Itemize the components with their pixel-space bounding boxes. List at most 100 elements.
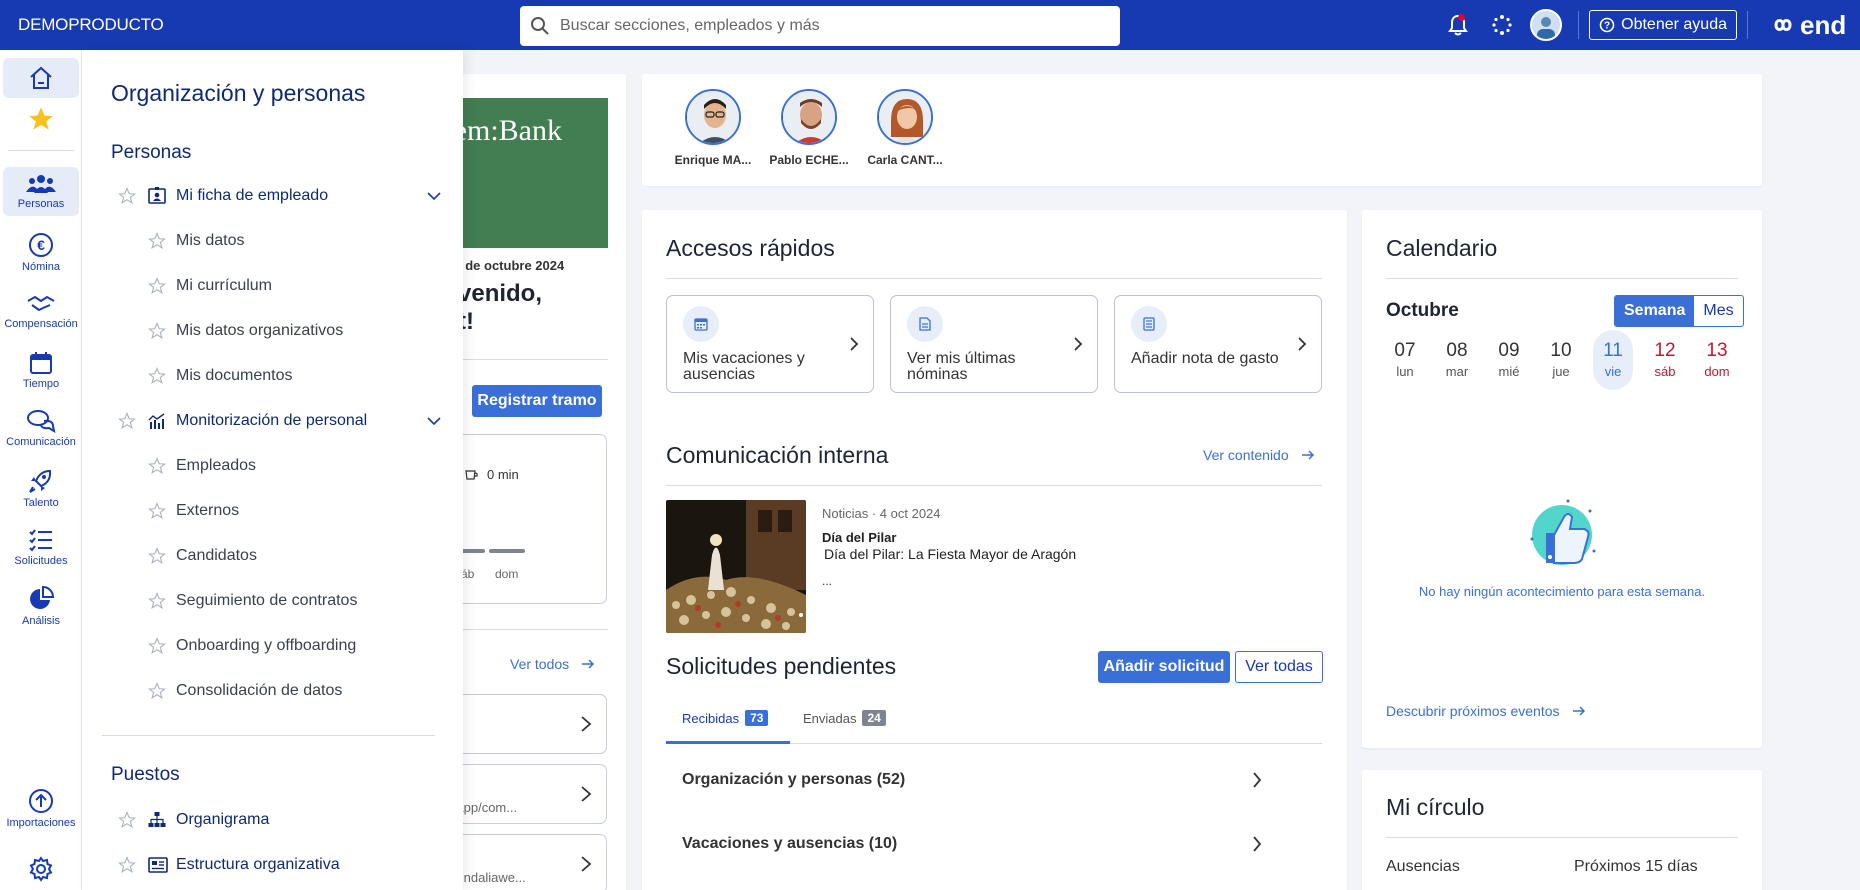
menu-item-consolidacion[interactable]: Consolidación de datos (82, 676, 463, 706)
menu-group-mi-ficha[interactable]: Mi ficha de empleado (82, 181, 463, 211)
menu-item-onboarding[interactable]: Onboarding y offboarding (82, 631, 463, 661)
requests-title: Solicitudes pendientes (666, 653, 897, 679)
calendar-card: Calendario Octubre Semana Mes 07 lun 08 ma… (1362, 210, 1762, 748)
menu-item-empleados[interactable]: Empleados (82, 451, 463, 481)
ver-contenido-link[interactable]: Ver contenido (1203, 447, 1315, 463)
request-row[interactable]: Vacaciones y ausencias (10) (682, 829, 1262, 859)
rail-item-comunicacion[interactable]: Comunicación (3, 409, 79, 448)
chevron-down-icon[interactable] (426, 413, 442, 429)
quick-access-label: Añadir nota de gasto (1131, 350, 1279, 367)
svg-text:€: € (37, 237, 45, 253)
calendar-day[interactable]: 10 jue (1541, 340, 1581, 379)
star-outline-icon[interactable] (148, 457, 166, 475)
star-outline-icon[interactable] (118, 856, 136, 874)
ver-todos-link[interactable]: Ver todos (510, 656, 595, 672)
add-request-button[interactable]: Añadir solicitud (1098, 651, 1230, 683)
help-button[interactable]: ? Obtener ayuda (1589, 10, 1737, 40)
rail-item-compensacion[interactable]: Compensación (3, 293, 79, 330)
quick-access-label: Mis vacaciones y ausencias (683, 350, 805, 383)
quick-access-nominas[interactable]: Ver mis últimas nóminas (890, 295, 1098, 393)
news-headline[interactable]: Día del Pilar (822, 530, 896, 545)
news-meta: Noticias · 4 oct 2024 (822, 506, 941, 521)
calendar-day[interactable]: 13 dom (1697, 340, 1737, 379)
star-outline-icon[interactable] (118, 811, 136, 829)
person-card[interactable]: Pablo ECHE... (761, 89, 857, 167)
star-outline-icon[interactable] (148, 322, 166, 340)
week-view-button[interactable]: Semana (1615, 296, 1695, 326)
company-name[interactable]: DEMOPRODUCTO (0, 15, 520, 35)
menu-item-estructura-organizativa[interactable]: Estructura organizativa (82, 850, 463, 880)
person-card[interactable]: Carla CANT... (857, 89, 953, 167)
rail-item-analisis[interactable]: Análisis (3, 586, 79, 627)
menu-item-mis-datos-organizativos[interactable]: Mis datos organizativos (82, 316, 463, 346)
news-image[interactable] (666, 500, 806, 633)
star-outline-icon[interactable] (148, 592, 166, 610)
star-outline-icon[interactable] (148, 547, 166, 565)
discover-events-link[interactable]: Descubrir próximos eventos (1386, 703, 1586, 719)
day-weekday: dom (1704, 364, 1730, 379)
menu-item-seguimiento-contratos[interactable]: Seguimiento de contratos (82, 586, 463, 616)
day-number: 10 (1550, 340, 1572, 361)
calendar-day[interactable]: 12 sáb (1645, 340, 1685, 379)
rail-item-solicitudes[interactable]: Solicitudes (3, 528, 79, 567)
help-label: Obtener ayuda (1621, 16, 1727, 33)
chevron-down-icon[interactable] (426, 188, 442, 204)
menu-item-mi-curriculum[interactable]: Mi currículum (82, 271, 463, 301)
tab-enviadas[interactable]: Enviadas 24 (803, 710, 886, 726)
view-all-requests-button[interactable]: Ver todas (1235, 651, 1323, 683)
star-outline-icon[interactable] (148, 232, 166, 250)
left-rail: Personas € Nómina Compensación Tiempo Co… (0, 50, 82, 890)
quick-access-vacaciones[interactable]: Mis vacaciones y ausencias (666, 295, 874, 393)
star-outline-icon[interactable] (148, 367, 166, 385)
star-outline-icon[interactable] (148, 277, 166, 295)
search-box[interactable] (520, 6, 1120, 46)
rail-item-nomina[interactable]: € Nómina (3, 232, 79, 273)
star-outline-icon[interactable] (148, 682, 166, 700)
person-name: Enrique MA... (674, 153, 752, 167)
tab-recibidas[interactable]: Recibidas 73 (682, 710, 769, 726)
menu-item-externos[interactable]: Externos (82, 496, 463, 526)
rail-item-configuracion[interactable] (3, 856, 79, 882)
person-card[interactable]: Enrique MA... (665, 89, 761, 167)
star-outline-icon[interactable] (148, 502, 166, 520)
divider (1747, 11, 1748, 39)
search-input[interactable] (560, 17, 1100, 35)
calendar-day-selected[interactable]: 11 vie (1593, 330, 1633, 390)
app-logo[interactable]: end (1770, 10, 1860, 41)
star-outline-icon[interactable] (148, 637, 166, 655)
tab-label: Recibidas (682, 710, 740, 726)
star-outline-icon[interactable] (118, 412, 136, 430)
calendar-empty-message: No hay ningún acontecimiento para esta s… (1418, 584, 1706, 599)
rail-item-talento[interactable]: Talento (3, 468, 79, 509)
notifications-button[interactable] (1436, 0, 1480, 50)
favorites-button[interactable] (3, 105, 79, 133)
activity-button[interactable] (1480, 0, 1524, 50)
star-outline-icon[interactable] (118, 187, 136, 205)
star-icon (29, 107, 53, 130)
calendar-day[interactable]: 08 mar (1437, 340, 1477, 379)
day-number: 08 (1446, 340, 1468, 361)
menu-group-monitorizacion[interactable]: Monitorización de personal (82, 406, 463, 436)
day-bar (489, 549, 525, 553)
user-avatar (1530, 9, 1563, 41)
request-row[interactable]: Organización y personas (52) (682, 765, 1262, 795)
rail-item-importaciones[interactable]: Importaciones (3, 788, 79, 829)
menu-item-mis-datos[interactable]: Mis datos (82, 226, 463, 256)
rail-item-personas[interactable]: Personas (3, 167, 79, 216)
rail-item-tiempo[interactable]: Tiempo (3, 351, 79, 390)
navigation-drawer: Organización y personas Personas Mi fich… (82, 50, 463, 890)
menu-item-mis-documentos[interactable]: Mis documentos (82, 361, 463, 391)
home-button[interactable] (3, 58, 79, 98)
register-shift-button[interactable]: Registrar tramo (472, 385, 602, 417)
quick-access-nota-gasto[interactable]: Añadir nota de gasto (1114, 295, 1322, 393)
month-view-button[interactable]: Mes (1694, 296, 1742, 326)
calendar-day[interactable]: 09 mié (1489, 340, 1529, 379)
menu-item-candidatos[interactable]: Candidatos (82, 541, 463, 571)
quick-access-title: Accesos rápidos (666, 235, 835, 261)
calendar-day[interactable]: 07 lun (1385, 340, 1425, 379)
calendar-icon (683, 306, 719, 342)
chevron-right-icon (1253, 836, 1262, 852)
user-menu-button[interactable] (1524, 0, 1568, 50)
menu-item-organigrama[interactable]: Organigrama (82, 805, 463, 835)
news-summary: Día del Pilar: La Fiesta Mayor de Aragón (824, 546, 1077, 562)
